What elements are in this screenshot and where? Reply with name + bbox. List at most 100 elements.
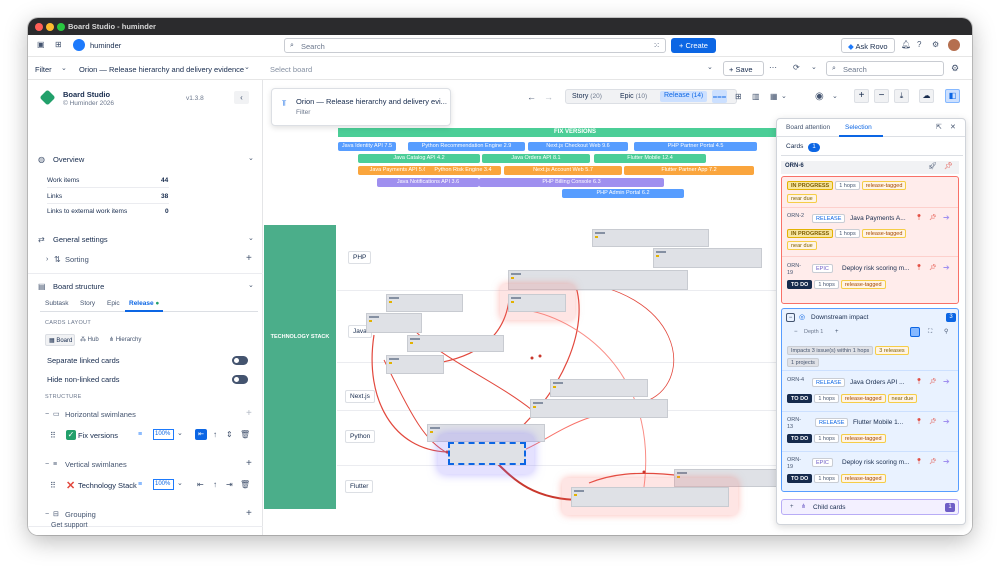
layout-hierarchy-option[interactable]: ⋔ Hierarchy <box>109 336 141 343</box>
location-icon[interactable]: 📍︎ <box>915 419 923 425</box>
chevron-down-icon[interactable]: ⌄ <box>248 155 254 162</box>
chevron-down-icon[interactable]: ⌄ <box>811 64 817 71</box>
expand-icon[interactable]: ⛶ <box>928 329 932 335</box>
tab-epic[interactable]: Epic <box>107 300 120 307</box>
app-switcher-icon[interactable]: ⊞ <box>55 41 62 49</box>
drag-handle-icon[interactable]: ⠿ <box>50 482 56 490</box>
work-item-card[interactable] <box>653 248 762 268</box>
tab-subtask[interactable]: Subtask <box>45 300 69 307</box>
add-grouping-button[interactable]: + <box>246 509 252 519</box>
tab-release[interactable]: Release ● <box>129 300 159 307</box>
work-item-card[interactable] <box>530 399 668 418</box>
sidebar-toggle-icon[interactable]: ▣ <box>37 41 45 49</box>
hierarchy-icon[interactable]: ⊞ <box>735 93 742 101</box>
notifications-icon[interactable]: 🔔︎ <box>901 41 911 49</box>
workspace-logo[interactable] <box>73 39 85 51</box>
filter-label[interactable]: Filter <box>35 65 52 74</box>
work-item-card[interactable] <box>550 379 648 397</box>
board-selector[interactable]: Orion — Release hierarchy and delivery e… <box>79 65 244 74</box>
zoom-in-button[interactable]: + <box>854 89 869 103</box>
trash-icon[interactable]: 🗑︎ <box>240 431 250 439</box>
drag-handle-icon[interactable]: ⠿ <box>50 432 56 440</box>
location-icon[interactable]: 📍︎ <box>915 459 923 465</box>
help-icon[interactable]: ? <box>917 41 921 49</box>
work-item-card[interactable] <box>386 294 463 312</box>
workspace-name[interactable]: huminder <box>90 41 121 50</box>
selected-work-item-card[interactable] <box>448 442 526 465</box>
work-item-card[interactable] <box>571 487 729 507</box>
arrow-right-icon[interactable]: ➔ <box>943 458 950 466</box>
location-icon[interactable]: 📍︎ <box>915 265 923 271</box>
arrow-right-icon[interactable]: → <box>544 93 553 102</box>
chevron-down-icon[interactable]: ⌄ <box>832 93 838 100</box>
tech-stack-zoom-select[interactable]: 100% <box>153 479 174 490</box>
collapse-icon[interactable]: − <box>786 313 795 322</box>
chevron-down-icon[interactable]: ⌄ <box>61 65 67 72</box>
fix-versions-zoom-select[interactable]: 100% <box>153 429 174 440</box>
downstream-label[interactable]: Downstream impact <box>811 314 868 321</box>
pin-icon[interactable]: 📌︎ <box>929 265 937 271</box>
tab-board-attention[interactable]: Board attention <box>786 124 830 131</box>
work-item-card[interactable] <box>386 355 444 374</box>
pin-icon[interactable]: 📌︎ <box>929 419 937 425</box>
arrow-right-icon[interactable]: ➔ <box>943 264 950 272</box>
trash-icon[interactable]: 🗑︎ <box>240 481 250 489</box>
arrow-up-icon[interactable]: ↑ <box>213 431 217 439</box>
align-left-icon[interactable]: ⇤ <box>195 429 207 440</box>
work-item-card[interactable] <box>592 229 709 247</box>
child-cards-group[interactable]: + ⋔ Child cards 1 <box>781 499 959 515</box>
selected-card-header[interactable]: ORN-6 🚀︎ 📌︎ <box>781 161 959 174</box>
arrow-right-icon[interactable]: ➔ <box>943 378 950 386</box>
zoom-out-button[interactable]: − <box>874 89 889 103</box>
board-structure-heading[interactable]: Board structure <box>53 282 104 291</box>
layout-board-option[interactable]: ▦ Board <box>45 334 75 346</box>
work-item-card[interactable] <box>407 335 504 352</box>
save-button[interactable]: + Save <box>723 61 764 76</box>
maximize-window-button[interactable] <box>57 23 65 31</box>
refresh-icon[interactable]: ⟳ <box>793 64 800 72</box>
arrow-right-bar-icon[interactable]: ⇥ <box>226 481 233 489</box>
location-icon[interactable]: 📍︎ <box>915 215 923 221</box>
chevron-down-icon[interactable]: ⌄ <box>248 235 254 242</box>
work-item-card[interactable] <box>366 313 422 333</box>
arrow-right-icon[interactable]: ➔ <box>943 418 950 426</box>
tab-story[interactable]: Story <box>80 300 95 307</box>
minimize-window-button[interactable] <box>46 23 54 31</box>
user-avatar[interactable] <box>948 39 960 51</box>
pin-icon[interactable]: 📌︎ <box>929 215 937 221</box>
calendar-icon[interactable]: ▦ <box>770 93 778 101</box>
release-filter-button[interactable]: Release (14) <box>660 91 708 102</box>
general-settings-heading[interactable]: General settings <box>53 235 108 244</box>
sorting-label[interactable]: Sorting <box>65 255 89 264</box>
downstream-card[interactable]: ORN-4 RELEASE Java Orders API ... 📍︎ 📌︎ … <box>785 375 957 409</box>
settings-gear-icon[interactable]: ⚙ <box>932 41 939 49</box>
board-filter-popup[interactable]: ⫪ Orion — Release hierarchy and delivery… <box>271 88 451 126</box>
collapse-sidebar-button[interactable]: ‹ <box>234 91 249 104</box>
collapse-icon[interactable]: − <box>45 461 49 468</box>
story-filter-button[interactable]: Story (20) <box>572 93 602 100</box>
hide-nonlinked-toggle[interactable] <box>232 375 248 384</box>
eye-icon[interactable]: ◉ <box>815 92 824 102</box>
more-options-icon[interactable]: ⋯ <box>769 64 777 72</box>
collapse-panel-icon[interactable]: ⇱ <box>936 124 942 131</box>
pin-icon[interactable]: 📌︎ <box>944 163 953 170</box>
collapse-icon[interactable]: − <box>45 511 49 518</box>
add-vertical-swimlane-button[interactable]: + <box>246 459 252 469</box>
pin-icon[interactable]: 📌︎ <box>929 459 937 465</box>
arrow-right-icon[interactable]: ➔ <box>943 214 950 222</box>
location-icon[interactable]: 📍︎ <box>915 379 923 385</box>
side-panel-toggle-icon[interactable]: ◧ <box>945 89 960 103</box>
pin-icon[interactable]: 📌︎ <box>929 379 937 385</box>
downstream-card[interactable]: ORN-19 EPIC Deploy risk scoring m... 📍︎ … <box>785 455 957 489</box>
chevron-down-icon[interactable]: ⌄ <box>781 93 787 100</box>
arrow-left-icon[interactable]: ← <box>527 93 536 102</box>
select-board-input[interactable]: Select board <box>270 65 312 74</box>
minus-icon[interactable]: − <box>794 329 798 335</box>
tab-selection[interactable]: Selection <box>845 124 872 131</box>
align-left-icon[interactable]: ⇤ <box>197 481 204 489</box>
chevron-down-icon[interactable]: ⌄ <box>244 64 250 71</box>
layout-icon[interactable]: ▥ <box>752 93 760 101</box>
filter-icon[interactable]: ⁙ <box>653 42 660 50</box>
epic-filter-button[interactable]: Epic (10) <box>620 93 647 100</box>
chevron-down-icon[interactable]: ⌄ <box>248 282 254 289</box>
